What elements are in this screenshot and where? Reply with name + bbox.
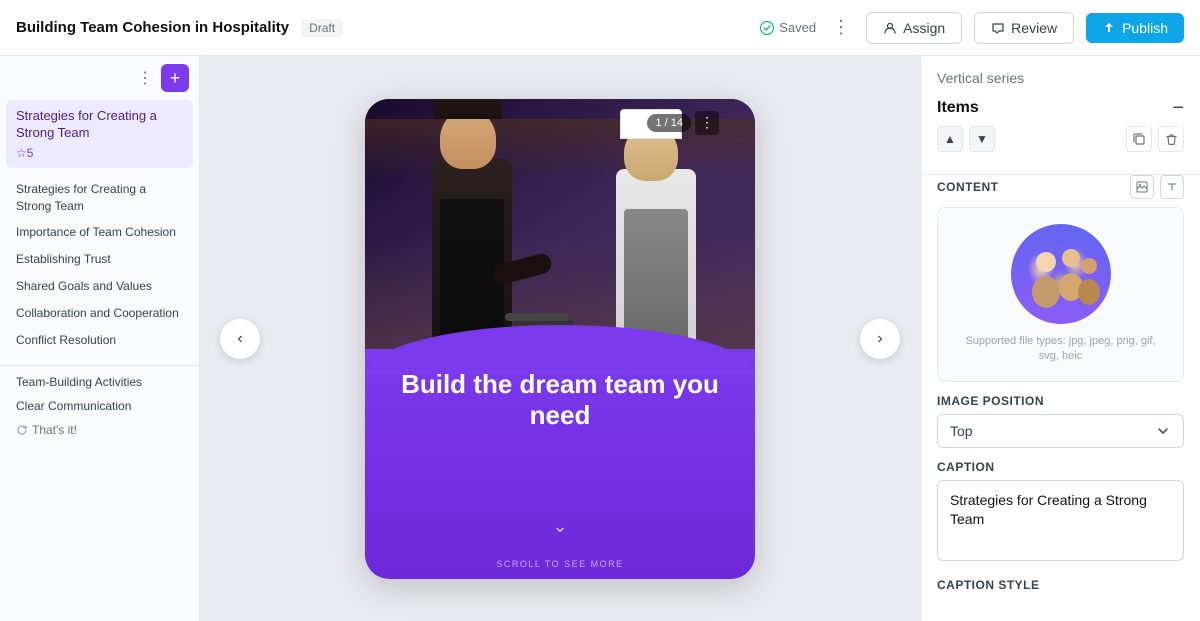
image-icon-button[interactable] [1130,175,1154,199]
copy-button[interactable] [1126,126,1152,152]
sidebar-footer: That's it! [6,418,193,442]
star-icon: ☆5 [16,146,33,160]
content-label: CONTENT [937,180,999,194]
main-layout: ⋮ + Strategies for Creating a Strong Tea… [0,56,1200,621]
assign-icon [883,21,897,35]
draft-badge: Draft [301,19,343,37]
review-button[interactable]: Review [974,12,1074,44]
image-position-section: IMAGE POSITION Top [921,394,1200,460]
list-item[interactable]: Strategies for Creating a Strong Team [6,176,193,220]
slide-background [365,99,755,359]
slide-canvas: ‹ [200,56,920,621]
image-upload-area[interactable]: Supported file types: jpg, jpeg, png, gi… [937,207,1184,382]
content-section: CONTENT [921,175,1200,394]
list-item[interactable]: Conflict Resolution [6,327,193,354]
text-icon [1166,181,1178,193]
sidebar-header: ⋮ + [0,56,199,100]
next-slide-button[interactable]: › [860,319,900,359]
sidebar-active-item-text: Strategies for Creating a Strong Team [16,108,183,142]
file-types-text: Supported file types: jpg, jpeg, png, gi… [954,334,1167,365]
list-item[interactable]: Establishing Trust [6,246,193,273]
footer-label: That's it! [32,423,77,437]
people-overlay [1011,224,1111,324]
image-position-label: IMAGE POSITION [937,394,1184,408]
sidebar-more-button[interactable]: ⋮ [137,68,153,88]
more-options-button[interactable]: ⋮ [828,17,854,38]
image-icon [1136,181,1148,193]
refresh-icon [16,424,28,436]
content-icons [1130,175,1184,199]
review-icon [991,21,1005,35]
right-panel-header: Vertical series Items − ▲ ▼ [921,56,1200,175]
image-position-value: Top [950,423,973,439]
slide-image-area: 1 / 14 ⋮ [365,99,755,359]
caption-label: CAPTION [937,460,1184,474]
avatar-image [1011,224,1111,324]
sidebar-active-item[interactable]: Strategies for Creating a Strong Team ☆5 [6,100,193,168]
caption-style-section: CAPTION STYLE [921,578,1200,604]
trash-icon [1165,133,1178,146]
items-title: Items [937,99,979,117]
right-panel: Vertical series Items − ▲ ▼ [920,56,1200,621]
sidebar-add-button[interactable]: + [161,64,189,92]
slide-badge: 1 / 14 ⋮ [647,111,719,135]
slide-menu-button[interactable]: ⋮ [695,111,719,135]
items-controls: ▲ ▼ [937,126,1184,152]
list-item[interactable]: Collaboration and Cooperation [6,300,193,327]
scroll-label: SCROLL TO SEE MORE [496,559,623,569]
publish-button[interactable]: Publish [1086,13,1184,43]
down-button[interactable]: ▼ [969,126,995,152]
saved-status: Saved [760,20,816,35]
caption-section: CAPTION [921,460,1200,578]
list-item[interactable]: Team-Building Activities [6,370,193,394]
slide-counter: 1 / 14 [647,114,691,132]
list-item[interactable]: Shared Goals and Values [6,273,193,300]
sidebar-list: Strategies for Creating a Strong Team Im… [0,172,199,358]
up-button[interactable]: ▲ [937,126,963,152]
caption-input[interactable] [937,480,1184,561]
text-icon-button[interactable] [1160,175,1184,199]
app-header: Building Team Cohesion in Hospitality Dr… [0,0,1200,56]
sidebar-stars: ☆5 [16,146,183,160]
image-position-dropdown[interactable]: Top [937,414,1184,448]
slide-purple-section: Build the dream team you need ⌄ SCROLL T… [365,349,755,579]
list-item[interactable]: Importance of Team Cohesion [6,219,193,246]
caption-style-label: CAPTION STYLE [937,578,1184,592]
slide-card: 1 / 14 ⋮ Build the dream team you need ⌄… [365,99,755,579]
scroll-chevron-icon: ⌄ [552,516,567,537]
series-title: Vertical series [937,70,1184,86]
list-item[interactable]: Clear Communication [6,394,193,418]
publish-icon [1102,21,1116,35]
items-header: Items − [937,98,1184,118]
sidebar-bottom: Team-Building Activities Clear Communica… [0,365,199,446]
sidebar: ⋮ + Strategies for Creating a Strong Tea… [0,56,200,621]
collapse-items-button[interactable]: − [1172,98,1184,118]
content-label-row: CONTENT [937,175,1184,199]
delete-button[interactable] [1158,126,1184,152]
check-icon [760,21,774,35]
assign-button[interactable]: Assign [866,12,962,44]
slide-headline: Build the dream team you need [365,369,755,431]
prev-slide-button[interactable]: ‹ [220,319,260,359]
document-title: Building Team Cohesion in Hospitality [16,19,289,36]
chevron-down-icon [1155,423,1171,439]
copy-icon [1133,133,1146,146]
